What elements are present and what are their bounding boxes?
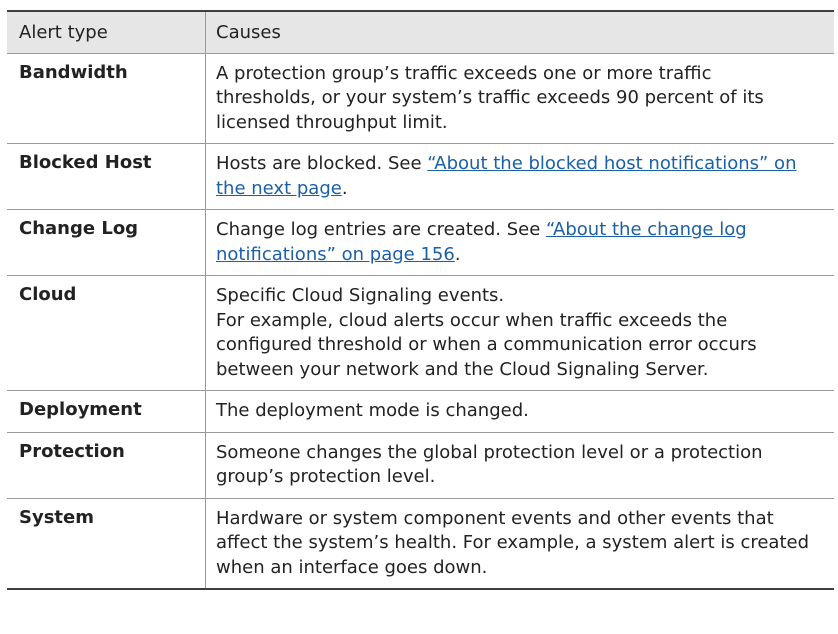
cause-text-end: .	[454, 243, 461, 265]
header-causes: Causes	[205, 12, 834, 53]
table-row: Bandwidth A protection group’s traffic e…	[7, 52, 834, 143]
header-alert-type: Alert type	[19, 22, 108, 43]
alert-type-cell: Blocked Host	[19, 152, 152, 173]
cause-text-end: .	[341, 177, 348, 199]
alert-type-cell: Bandwidth	[19, 61, 128, 83]
alert-type-cell: Deployment	[19, 399, 142, 420]
cause-text: Change log entries are created. See	[216, 219, 547, 240]
next-page-link[interactable]: the next page	[216, 178, 342, 199]
cause-line: between your network and the Cloud Signa…	[216, 358, 709, 380]
cause-line: A protection group’s traffic exceeds one…	[216, 62, 712, 84]
cause-line: Hardware or system component events and …	[216, 507, 774, 529]
causes-cell: Someone changes the global protection le…	[205, 432, 834, 498]
cause-line: affect the system’s health. For example,…	[216, 532, 810, 553]
causes-cell: A protection group’s traffic exceeds one…	[205, 53, 834, 143]
causes-cell: Specific Cloud Signaling events. For exa…	[205, 276, 834, 390]
table-row: Deployment The deployment mode is change…	[7, 390, 834, 432]
cause-line: The deployment mode is changed.	[216, 400, 529, 421]
table-row: Cloud Specific Cloud Signaling events. F…	[7, 275, 834, 390]
table-row: Change Log Change log entries are create…	[7, 209, 834, 275]
alert-type-cell: System	[19, 506, 94, 528]
cause-line: group’s protection level.	[216, 466, 436, 487]
cause-line: thresholds, or your system’s traffic exc…	[216, 87, 764, 108]
blocked-host-notifications-link[interactable]: “About the blocked host notifications” o…	[427, 153, 796, 174]
table-row: Blocked Host Hosts are blocked. See “Abo…	[7, 143, 834, 209]
cause-line: when an interface goes down.	[216, 556, 488, 578]
change-log-notifications-link[interactable]: “About the change log	[546, 219, 747, 240]
cause-line: Specific Cloud Signaling events.	[216, 285, 505, 306]
causes-cell: The deployment mode is changed.	[205, 391, 834, 432]
alert-types-table: Alert type Causes Bandwidth A protection…	[7, 10, 834, 590]
table-row: System Hardware or system component even…	[7, 497, 834, 588]
causes-cell: Change log entries are created. See “Abo…	[205, 210, 834, 275]
table-header-row: Alert type Causes	[7, 12, 834, 53]
alert-type-cell: Cloud	[19, 284, 77, 305]
cause-text: Hosts are blocked. See	[216, 153, 428, 174]
cause-line: Someone changes the global protection le…	[216, 441, 763, 463]
alert-type-cell: Protection	[19, 440, 125, 462]
causes-cell: Hosts are blocked. See “About the blocke…	[205, 144, 834, 209]
cause-line: licensed throughput limit.	[216, 111, 448, 133]
causes-cell: Hardware or system component events and …	[205, 498, 834, 588]
table-row: Protection Someone changes the global pr…	[7, 431, 834, 498]
cause-line: For example, cloud alerts occur when tra…	[216, 309, 728, 331]
change-log-page-link[interactable]: notifications” on page 156	[216, 244, 455, 265]
alert-type-cell: Change Log	[19, 218, 139, 239]
cause-line: configured threshold or when a communica…	[216, 334, 757, 355]
